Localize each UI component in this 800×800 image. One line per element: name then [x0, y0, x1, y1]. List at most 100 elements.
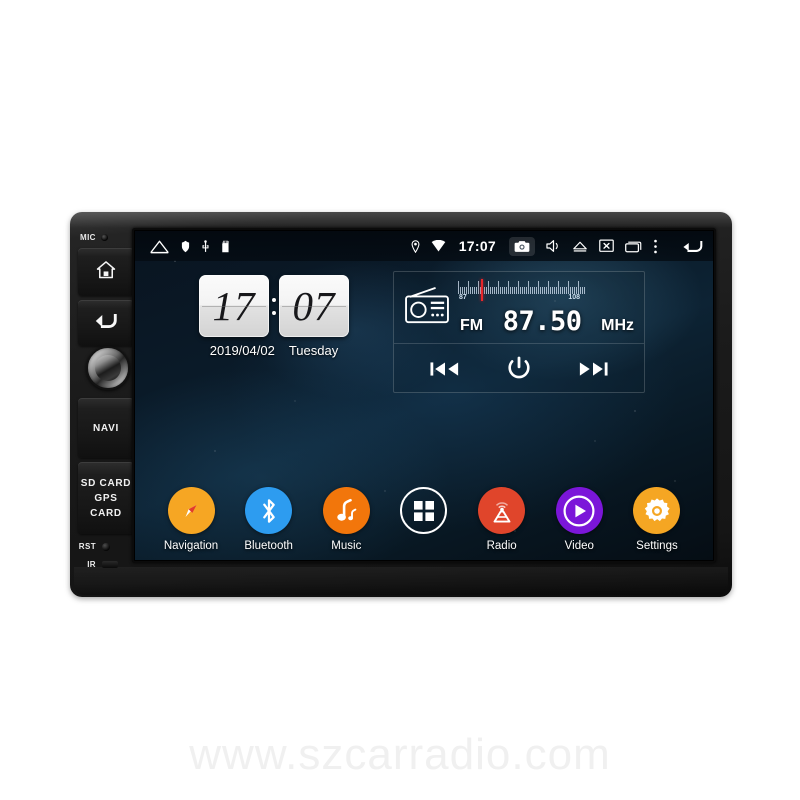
tuning-tick — [556, 286, 557, 294]
app-all-apps[interactable] — [390, 487, 458, 552]
tuning-tick — [536, 286, 537, 294]
app-navigation[interactable]: Navigation — [157, 487, 225, 552]
tuning-tick — [496, 286, 497, 294]
overflow-menu-icon[interactable] — [653, 239, 658, 254]
reset-area: RST — [76, 542, 110, 551]
tuning-tick — [574, 286, 575, 294]
tuning-tick — [468, 280, 469, 294]
tuning-tick — [576, 286, 577, 294]
app-label: Bluetooth — [244, 540, 293, 552]
sd-card-label: SD CARD — [80, 477, 132, 489]
clock-minutes: 07 — [292, 282, 336, 329]
previous-track-icon[interactable] — [430, 360, 460, 378]
usb-icon — [201, 239, 210, 253]
tuning-tick — [544, 286, 545, 294]
tuning-ticks — [458, 279, 636, 294]
tuning-tick — [508, 280, 509, 294]
navi-label: NAVI — [93, 422, 119, 434]
left-control-panel: MIC NAVI SD CARD GPS CARD RST IR — [74, 220, 136, 588]
radio-tuning-scale[interactable]: 87 108 — [458, 278, 636, 305]
wifi-icon — [431, 240, 446, 252]
location-pin-icon — [411, 239, 420, 253]
back-arrow-icon[interactable] — [681, 238, 705, 255]
shield-icon — [181, 240, 190, 253]
android-status-bar: 17:07 — [135, 231, 713, 261]
compass-icon — [167, 487, 215, 534]
microphone-area: MIC — [80, 230, 136, 244]
eject-icon[interactable] — [572, 240, 588, 253]
tuning-tick — [526, 286, 527, 294]
ir-sensor-area: IR — [76, 560, 118, 569]
tuning-tick — [520, 286, 521, 294]
bezel-top-highlight — [70, 212, 732, 228]
tuning-tick — [504, 286, 505, 294]
app-label: Video — [564, 540, 594, 552]
radio-widget[interactable]: 87 108 FM 87.50 MHz — [393, 271, 645, 393]
home-icon[interactable] — [149, 239, 170, 254]
tuning-tick — [524, 286, 525, 294]
bluetooth-icon — [245, 487, 293, 534]
tuning-tick — [548, 280, 549, 294]
tuning-tick — [528, 280, 529, 294]
app-radio[interactable]: Radio — [468, 487, 536, 552]
tuning-tick — [564, 286, 565, 294]
mic-label: MIC — [80, 232, 96, 242]
tuning-tick — [578, 280, 579, 294]
app-label: Settings — [636, 540, 678, 552]
tuning-tick — [516, 286, 517, 294]
app-video[interactable]: Video — [545, 487, 613, 552]
gear-icon — [633, 487, 681, 534]
camera-icon[interactable] — [509, 236, 535, 256]
tuning-tick — [568, 280, 569, 294]
clock-minutes-card: 07 — [279, 275, 349, 337]
tuning-tick — [538, 280, 539, 294]
tuning-tick — [488, 280, 489, 294]
hardware-navi-button[interactable]: NAVI — [78, 398, 134, 458]
flip-clock-widget[interactable]: 17 07 2019/04/02 Tuesday — [190, 275, 358, 358]
screen-off-icon[interactable] — [599, 239, 614, 253]
ir-label: IR — [87, 560, 96, 569]
next-track-icon[interactable] — [578, 360, 608, 378]
tuning-tick — [522, 286, 523, 294]
recent-apps-icon[interactable] — [625, 240, 642, 253]
play-icon — [555, 487, 603, 534]
app-music[interactable]: Music — [312, 487, 380, 552]
tuning-tick — [476, 286, 477, 294]
power-icon[interactable] — [505, 355, 533, 383]
tuning-tick — [562, 286, 563, 294]
app-settings[interactable]: Settings — [623, 487, 691, 552]
radio-icon — [404, 285, 450, 330]
app-dock: Navigation Bluetooth Music Radio Video S… — [135, 487, 713, 552]
apps-grid-icon — [400, 487, 448, 534]
card-slot-cover[interactable]: SD CARD GPS CARD — [78, 462, 134, 534]
tuning-tick — [492, 286, 493, 294]
volume-knob[interactable] — [86, 346, 130, 390]
bezel-bottom-highlight — [74, 567, 728, 595]
tuning-tick — [540, 286, 541, 294]
tuning-tick — [494, 286, 495, 294]
tuning-tick — [458, 280, 459, 294]
tuning-tick — [490, 286, 491, 294]
volume-icon[interactable] — [546, 239, 561, 253]
tuning-tick — [558, 280, 559, 294]
clock-date: 2019/04/02 — [209, 343, 275, 358]
tuning-tick — [534, 286, 535, 294]
tuning-tick — [570, 286, 571, 294]
tuning-tick — [550, 286, 551, 294]
tuning-tick — [580, 286, 581, 294]
reset-button[interactable] — [102, 542, 110, 551]
clock-colon — [271, 297, 277, 315]
hardware-home-button[interactable] — [78, 248, 134, 296]
tuning-tick — [470, 286, 471, 294]
music-note-icon — [322, 487, 370, 534]
tuning-tick — [502, 286, 503, 294]
app-label: Music — [331, 540, 362, 552]
touchscreen-display[interactable]: 17:07 17 07 2019/04/02 Tuesday 87 108 FM… — [135, 231, 713, 560]
site-watermark: www.szcarradio.com — [189, 730, 611, 779]
app-bluetooth[interactable]: Bluetooth — [235, 487, 303, 552]
tuning-scale-min: 87 — [459, 293, 467, 301]
car-head-unit-device: MIC NAVI SD CARD GPS CARD RST IR 17:07 1… — [70, 212, 732, 597]
tuning-tick — [542, 286, 543, 294]
radio-controls — [394, 344, 644, 393]
hardware-back-button[interactable] — [78, 300, 134, 346]
